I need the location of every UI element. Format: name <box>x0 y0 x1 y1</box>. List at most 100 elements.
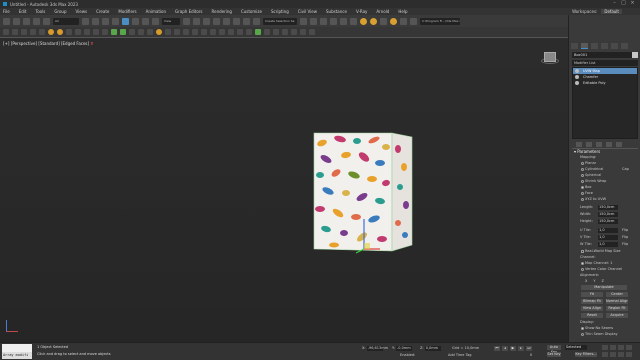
terrazzo-box-object[interactable] <box>312 131 420 255</box>
viewport-menu-plus[interactable]: [+] <box>3 41 9 46</box>
zoom-extents-all-icon[interactable] <box>626 345 632 350</box>
vray-toon-icon[interactable] <box>192 29 198 35</box>
vray-converter-icon[interactable] <box>273 29 279 35</box>
coord-x-field[interactable]: -96,613mm <box>366 346 388 351</box>
vray-settings-icon[interactable] <box>300 29 306 35</box>
workspace-dropdown[interactable]: Default <box>601 9 622 14</box>
remove-modifier-icon[interactable] <box>606 142 612 147</box>
pan-icon[interactable] <box>610 352 616 357</box>
named-selection-sets-dropdown[interactable]: Create Selection Se <box>263 17 297 25</box>
minimize-icon[interactable]: – <box>612 1 617 6</box>
configure-modifier-sets-icon[interactable] <box>616 142 622 147</box>
vray-enmesh-icon[interactable] <box>246 29 252 35</box>
select-and-place-icon[interactable] <box>152 17 159 25</box>
eye-icon[interactable] <box>575 69 579 73</box>
add-time-tag[interactable]: Add Time Tag <box>448 353 472 357</box>
teapot-icon[interactable] <box>3 29 9 35</box>
eye-icon[interactable] <box>575 75 579 79</box>
coord-y-field[interactable]: -0,0mm <box>395 346 412 351</box>
pin-stack-icon[interactable] <box>576 142 582 147</box>
angle-snap-icon[interactable] <box>223 17 230 25</box>
region-fit-button[interactable]: Region Fit <box>606 306 628 311</box>
vray-ies-icon[interactable] <box>210 29 216 35</box>
real-world-map-size-checkbox[interactable]: Real-World Map Size <box>572 248 638 254</box>
object-color-swatch[interactable] <box>632 52 638 58</box>
menu-substance[interactable]: Substance <box>326 9 347 14</box>
acquire-button[interactable]: Acquire <box>606 313 628 318</box>
viewport-label[interactable]: [+] [Perspective] [Standard] [Edged Face… <box>3 41 93 46</box>
bind-space-warp-icon[interactable] <box>43 17 50 25</box>
mirror-icon[interactable] <box>300 17 307 25</box>
shape-icon[interactable] <box>93 29 99 35</box>
spinner-field[interactable]: 1,0 <box>598 235 618 240</box>
selection-filter-dropdown[interactable]: All <box>53 17 79 25</box>
vray-lister-icon[interactable] <box>291 29 297 35</box>
particle-icon[interactable] <box>102 29 108 35</box>
vray-fur-icon[interactable] <box>120 29 126 35</box>
vray-material-icon[interactable] <box>174 29 180 35</box>
menu-customize[interactable]: Customize <box>241 9 262 14</box>
render-setup-icon[interactable] <box>370 17 377 25</box>
fit-button[interactable]: Fit <box>581 292 603 297</box>
menu-file[interactable]: File <box>3 9 10 14</box>
cylinder-icon[interactable] <box>30 29 36 35</box>
select-by-name-icon[interactable] <box>92 17 99 25</box>
select-manipulate-icon[interactable] <box>193 17 200 25</box>
menu-create[interactable]: Create <box>96 9 109 14</box>
window-crossing-icon[interactable] <box>112 17 119 25</box>
vray-light-icon[interactable] <box>129 29 135 35</box>
thin-seam-display-radio[interactable]: Thin Seam Display <box>572 331 638 337</box>
set-key-button[interactable]: Set Key <box>547 352 561 357</box>
mapping-radio-xyz-to-uvw[interactable]: XYZ to UVW <box>572 196 638 202</box>
render-production-icon[interactable] <box>390 17 397 25</box>
make-unique-icon[interactable] <box>596 142 602 147</box>
camera-icon[interactable] <box>66 29 72 35</box>
modify-tab-icon[interactable] <box>581 43 588 49</box>
viewport-display-style[interactable]: [Edged Faces] <box>61 41 89 46</box>
reference-coordinate-dropdown[interactable]: View <box>162 17 180 25</box>
edit-named-selection-icon[interactable] <box>253 17 260 25</box>
close-icon[interactable]: × <box>630 1 635 6</box>
box-icon[interactable] <box>21 29 27 35</box>
menu-arnold[interactable]: Arnold <box>376 9 389 14</box>
display-tab-icon[interactable] <box>611 43 618 49</box>
maximize-viewport-icon[interactable] <box>626 352 632 357</box>
vray-icon[interactable] <box>400 17 407 25</box>
rectangular-selection-icon[interactable] <box>102 17 109 25</box>
select-and-rotate-icon[interactable] <box>132 17 139 25</box>
link-icon[interactable] <box>23 17 30 25</box>
vray-vfb-icon[interactable] <box>165 29 171 35</box>
bitmap-fit-button[interactable]: Bitmap Fit <box>581 299 603 304</box>
redo-icon[interactable] <box>13 17 20 25</box>
object-name-field[interactable]: Box001 <box>572 52 638 58</box>
vray-sun-icon[interactable] <box>138 29 144 35</box>
spinner-snap-icon[interactable] <box>243 17 250 25</box>
maximize-icon[interactable]: □ <box>621 1 626 6</box>
align-axis-z[interactable]: Z <box>602 279 604 283</box>
plane-icon[interactable] <box>39 29 45 35</box>
vray-cosmos-icon[interactable] <box>282 29 288 35</box>
vertex-color-channel-radio[interactable]: Vertex Color Channel <box>572 266 638 272</box>
menu-civil-view[interactable]: Civil View <box>298 9 317 14</box>
align-axes[interactable]: X Y Z <box>572 278 638 284</box>
align-axis-x[interactable]: X <box>585 279 587 283</box>
vray-mesh-export-icon[interactable] <box>183 29 189 35</box>
current-frame[interactable]: 0 <box>530 353 532 357</box>
modifier-list-dropdown[interactable]: Modifier List <box>572 60 638 66</box>
flip-checkbox[interactable]: Flip <box>622 227 628 234</box>
vray-help-icon[interactable] <box>309 29 315 35</box>
menu-v-ray[interactable]: V-Ray <box>356 9 367 14</box>
view-align-button[interactable]: View Align <box>581 306 603 311</box>
undo-icon[interactable] <box>3 17 10 25</box>
viewport-shading-standard[interactable]: [Standard] <box>38 41 59 46</box>
menu-scripting[interactable]: Scripting <box>271 9 289 14</box>
keyboard-shortcut-toggle-icon[interactable] <box>203 17 210 25</box>
project-path-dropdown[interactable]: C:\Program Fi...\3ds Max 2023 <box>420 17 460 25</box>
menu-edit[interactable]: Edit <box>19 9 27 14</box>
menu-group[interactable]: Group <box>54 9 66 14</box>
select-and-move-icon[interactable] <box>122 17 129 25</box>
align-icon[interactable] <box>310 17 317 25</box>
next-frame-icon[interactable]: ▸ <box>518 346 524 351</box>
flip-checkbox[interactable]: Flip <box>622 234 628 241</box>
menu-views[interactable]: Views <box>76 9 88 14</box>
